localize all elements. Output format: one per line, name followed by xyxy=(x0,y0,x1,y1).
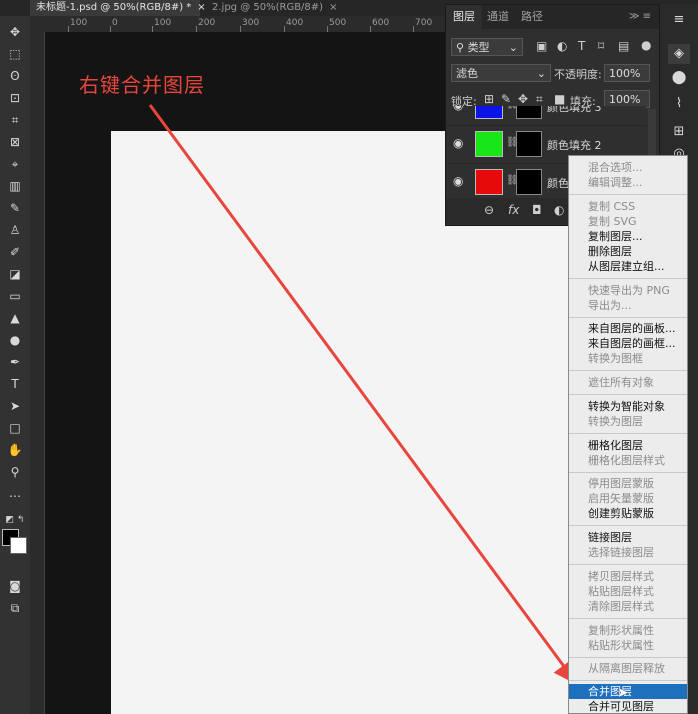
lock-position-icon[interactable]: ✥ xyxy=(518,92,528,106)
tab-channels[interactable]: 通道 xyxy=(480,5,516,29)
opacity-value: 100% xyxy=(609,67,641,80)
menu-item-rasterize-layer[interactable]: 栅格化图层 xyxy=(569,438,687,453)
lock-transparent-icon[interactable]: ⊞ xyxy=(484,92,494,106)
new-adjustment-icon[interactable]: ◐ xyxy=(554,203,564,217)
layer-color-swatch xyxy=(475,169,503,195)
menu-item-copy-shape-attributes[interactable]: 复制形状属性 xyxy=(569,623,687,638)
menu-item-convert-to-smart-object[interactable]: 转换为智能对象 xyxy=(569,399,687,414)
panel-menu-icon[interactable]: ≫ ≡ xyxy=(622,5,658,29)
layer-mask-thumbnail[interactable] xyxy=(516,131,542,157)
menu-item-link-layers[interactable]: 链接图层 xyxy=(569,530,687,545)
menu-item-copy-css[interactable]: 复制 CSS xyxy=(569,199,687,214)
tab-paths[interactable]: 路径 xyxy=(514,5,550,29)
search-icon: ⚲ xyxy=(456,41,465,54)
filter-kind-select[interactable]: ⚲ 类型 ⌄ xyxy=(451,38,523,56)
context-menu: 混合选项... 编辑调整... 复制 CSS 复制 SVG 复制图层... 删除… xyxy=(568,155,688,714)
menu-item-enable-vector-mask[interactable]: 启用矢量蒙版 xyxy=(569,491,687,506)
layer-mask-thumbnail[interactable] xyxy=(516,169,542,195)
menu-item-paste-layer-style[interactable]: 粘贴图层样式 xyxy=(569,584,687,599)
paths-icon[interactable]: ⌇ xyxy=(668,94,690,114)
filter-toggle-icon[interactable]: ● xyxy=(641,38,651,52)
panel-tabs: 图层 通道 路径 ≫ ≡ xyxy=(446,5,659,29)
add-mask-icon[interactable]: ◘ xyxy=(532,203,542,217)
layers-panel-icon[interactable] xyxy=(668,18,690,38)
menu-item-export-as[interactable]: 导出为... xyxy=(569,298,687,313)
layer-name: 颜色填充 3 xyxy=(547,106,602,114)
layers-stack-icon[interactable]: ◈ xyxy=(668,44,690,64)
menu-item-duplicate-layer[interactable]: 复制图层... xyxy=(569,229,687,244)
lock-all-icon[interactable]: ■ xyxy=(554,92,565,106)
menu-item-edit-adjustment[interactable]: 编辑调整... xyxy=(569,175,687,190)
menu-item-select-linked-layers[interactable]: 选择链接图层 xyxy=(569,545,687,560)
shape-filter-icon[interactable]: ⌑ xyxy=(598,39,604,53)
eye-icon[interactable]: ◉ xyxy=(453,174,463,188)
menu-item-artboard-from-layers[interactable]: 来自图层的画板... xyxy=(569,321,687,336)
menu-item-paste-shape-attributes[interactable]: 粘贴形状属性 xyxy=(569,638,687,653)
layer-color-swatch xyxy=(475,131,503,157)
fill-value: 100% xyxy=(609,93,641,106)
menu-item-blending-options[interactable]: 混合选项... xyxy=(569,160,687,175)
menu-item-copy-svg[interactable]: 复制 SVG xyxy=(569,214,687,229)
chevron-down-icon: ⌄ xyxy=(508,41,518,54)
chevron-down-icon: ⌄ xyxy=(536,67,546,80)
menu-item-convert-to-frame[interactable]: 转换为图框 xyxy=(569,351,687,366)
menu-item-quick-export-png[interactable]: 快速导出为 PNG xyxy=(569,283,687,298)
smart-object-filter-icon[interactable]: ▤ xyxy=(618,39,629,53)
menu-item-copy-layer-style[interactable]: 拷贝图层样式 xyxy=(569,569,687,584)
menu-item-merge-visible[interactable]: 合并可见图层 xyxy=(569,699,687,714)
layer-row[interactable]: ◉ ⛓ 颜色填充 3 xyxy=(446,106,646,126)
menu-item-release-from-isolation[interactable]: 从隔离图层释放 xyxy=(569,661,687,676)
eye-icon[interactable]: ◉ xyxy=(453,106,463,112)
menu-item-create-clipping-mask[interactable]: 创建剪贴蒙版 xyxy=(569,506,687,521)
filter-kind-value: 类型 xyxy=(467,41,490,54)
pixel-filter-icon[interactable]: ▣ xyxy=(536,39,547,53)
adjustment-filter-icon[interactable]: ◐ xyxy=(557,39,567,53)
blend-mode-value: 滤色 xyxy=(456,67,478,80)
menu-item-group-from-layers[interactable]: 从图层建立组... xyxy=(569,259,687,274)
layer-style-icon[interactable]: fx xyxy=(508,203,519,217)
layer-name: 颜色填充 2 xyxy=(547,139,602,152)
type-filter-icon[interactable]: T xyxy=(578,39,585,53)
link-layers-icon[interactable]: ⊖ xyxy=(484,203,494,217)
blend-mode-select[interactable]: 滤色 ⌄ xyxy=(451,64,551,82)
menu-item-disable-layer-mask[interactable]: 停用图层蒙版 xyxy=(569,476,687,491)
channels-icon[interactable]: ⬤ xyxy=(668,68,690,88)
layer-color-swatch xyxy=(475,106,503,119)
menu-item-clear-layer-style[interactable]: 清除图层样式 xyxy=(569,599,687,614)
lock-artboard-icon[interactable]: ⌗ xyxy=(536,92,543,107)
layer-mask-thumbnail[interactable] xyxy=(516,106,542,119)
menu-item-rasterize-layer-style[interactable]: 栅格化图层样式 xyxy=(569,453,687,468)
menu-item-mask-all-objects[interactable]: 遮住所有对象 xyxy=(569,375,687,390)
libraries-icon[interactable]: ⊞ xyxy=(668,122,690,142)
mouse-cursor-icon: ➤ xyxy=(617,685,629,701)
opacity-label: 不透明度: xyxy=(554,68,602,81)
menu-item-delete-layer[interactable]: 删除图层 xyxy=(569,244,687,259)
eye-icon[interactable]: ◉ xyxy=(453,136,463,150)
tab-layers[interactable]: 图层 xyxy=(446,5,482,29)
lock-pixels-icon[interactable]: ✎ xyxy=(501,92,511,106)
menu-item-frame-from-layers[interactable]: 来自图层的画框... xyxy=(569,336,687,351)
opacity-input[interactable]: 100%⌄ xyxy=(604,64,650,98)
menu-item-convert-to-layers[interactable]: 转换为图层 xyxy=(569,414,687,429)
